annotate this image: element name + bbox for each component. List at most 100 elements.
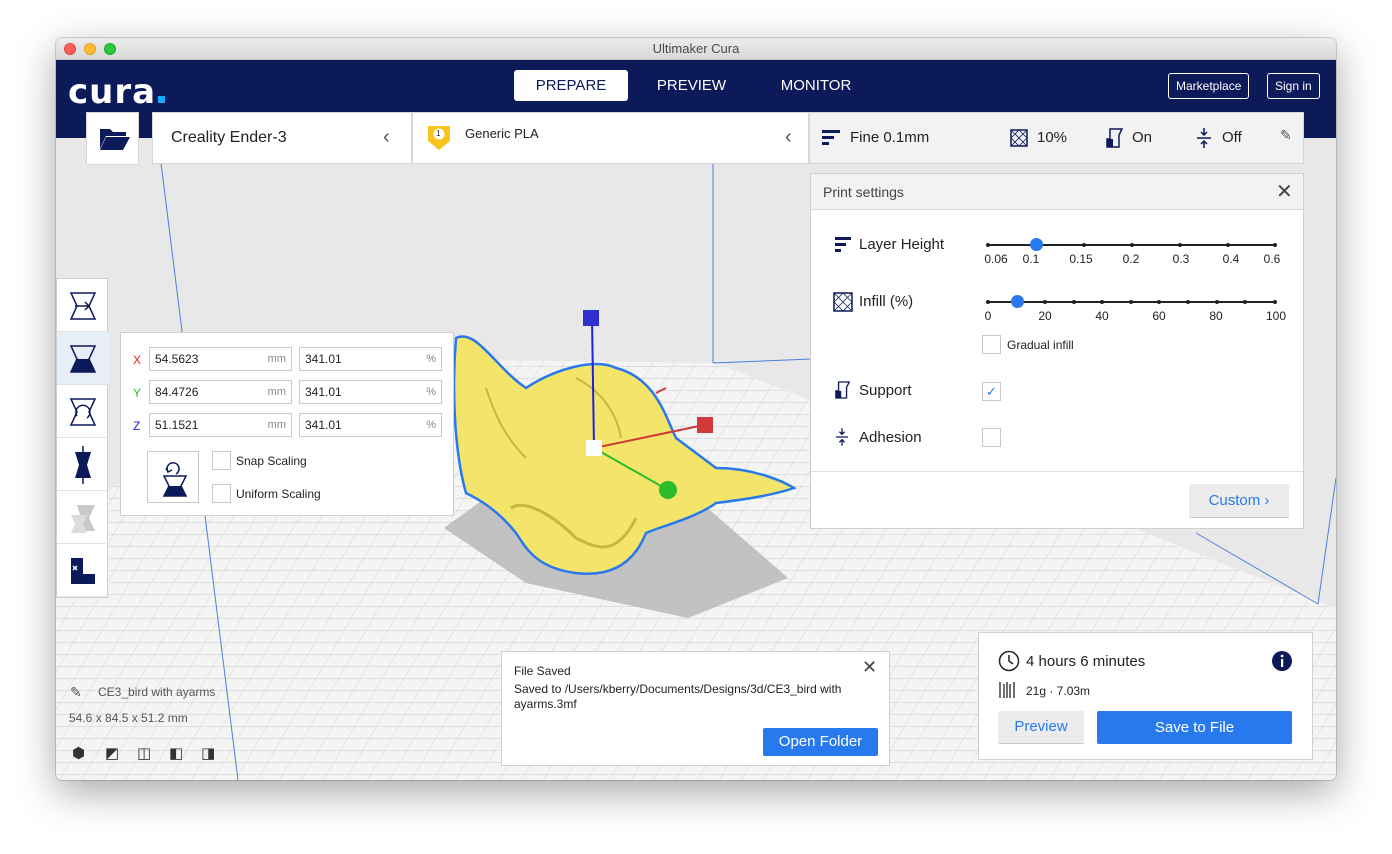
infill-tick: 0: [984, 309, 992, 323]
infill-tick: 100: [1265, 309, 1287, 323]
3d-view-icon[interactable]: ⬢: [72, 744, 85, 762]
printer-selector[interactable]: Creality Ender-3 ‹: [152, 112, 412, 164]
close-icon[interactable]: ✕: [1276, 179, 1293, 204]
infill-icon: [1010, 129, 1028, 147]
print-profile-bar[interactable]: Fine 0.1mm 10% On Off ✎: [809, 112, 1304, 164]
move-icon: [69, 292, 97, 320]
cura-logo: cura: [68, 72, 166, 112]
sign-in-button[interactable]: Sign in: [1267, 73, 1320, 99]
print-estimate-panel: 4 hours 6 minutes 21g · 7.03m Preview Sa…: [978, 632, 1313, 760]
extruder-number: 1: [436, 129, 441, 138]
tab-preview[interactable]: PREVIEW: [644, 70, 739, 101]
tab-prepare[interactable]: PREPARE: [514, 70, 628, 101]
layer-height-tick: 0.6: [1263, 252, 1281, 266]
tab-monitor[interactable]: MONITOR: [766, 70, 866, 101]
clock-icon: [998, 650, 1020, 672]
x-axis-label: X: [133, 353, 142, 367]
layer-height-tick: 0.4: [1222, 252, 1240, 266]
y-mm-input[interactable]: 84.4726 mm: [149, 380, 292, 404]
uniform-scaling-checkbox[interactable]: [212, 484, 231, 503]
mirror-icon: [75, 446, 91, 484]
open-file-button[interactable]: [86, 112, 139, 165]
marketplace-button[interactable]: Marketplace: [1168, 73, 1250, 99]
y-axis-label: Y: [133, 386, 142, 400]
rotate-tool-button[interactable]: [57, 385, 109, 438]
per-model-settings-button[interactable]: [57, 491, 109, 544]
y-percent-input[interactable]: 341.01%: [299, 380, 442, 404]
support-checkbox[interactable]: ✓: [982, 382, 1001, 401]
layer-height-tick: 0.1: [1022, 252, 1040, 266]
move-tool-button[interactable]: [57, 279, 109, 332]
app-window: Ultimaker Cura cura PREPARE PREVIEW MONI…: [56, 38, 1336, 780]
layer-height-tick: 0.15: [1069, 252, 1093, 266]
spool-icon: [999, 682, 1015, 698]
layer-height-tick: 0.06: [984, 252, 1008, 266]
adhesion-label: Adhesion: [859, 429, 922, 446]
z-axis-handle[interactable]: [583, 310, 599, 326]
preview-button[interactable]: Preview: [998, 711, 1084, 744]
edit-pencil-icon[interactable]: ✎: [1280, 127, 1292, 144]
mirror-tool-button[interactable]: [57, 438, 109, 491]
folder-icon: [100, 129, 130, 150]
support-icon: [835, 381, 851, 399]
layer-height-tick: 0.3: [1172, 252, 1190, 266]
front-view-icon[interactable]: ◩: [105, 744, 119, 762]
chevron-right-icon: ›: [1264, 492, 1270, 509]
infill-icon: [833, 292, 853, 312]
material-name: Generic PLA: [465, 126, 539, 141]
left-view-icon[interactable]: ◧: [169, 744, 183, 762]
print-time: 4 hours 6 minutes: [1026, 653, 1146, 670]
infill-tick: 60: [1152, 309, 1166, 323]
pencil-icon[interactable]: ✎: [70, 684, 82, 701]
z-axis-label: Z: [133, 419, 141, 433]
info-icon[interactable]: [1271, 650, 1293, 672]
minimize-window-button[interactable]: [84, 43, 96, 55]
top-view-icon[interactable]: ◫: [137, 744, 151, 762]
close-icon[interactable]: ✕: [862, 657, 877, 678]
infill-tick: 20: [1038, 309, 1052, 323]
infill-tick: 40: [1095, 309, 1109, 323]
gizmo-center[interactable]: [586, 440, 602, 456]
infill-value: 10%: [1037, 129, 1068, 146]
scale-tool-button[interactable]: [57, 332, 109, 385]
custom-button[interactable]: Custom ›: [1189, 484, 1289, 518]
snap-scaling-checkbox[interactable]: [212, 451, 231, 470]
adhesion-value: Off: [1222, 129, 1242, 146]
layer-height-label: Layer Height: [859, 236, 945, 253]
layer-height-icon: [835, 237, 851, 252]
title-bar: Ultimaker Cura: [56, 38, 1336, 60]
uniform-scaling-label: Uniform Scaling: [236, 487, 321, 501]
save-to-file-button[interactable]: Save to File: [1097, 711, 1292, 744]
close-window-button[interactable]: [64, 43, 76, 55]
reset-scale-icon: [162, 462, 188, 497]
maximize-window-button[interactable]: [104, 43, 116, 55]
chevron-left-icon: ‹: [383, 126, 390, 148]
right-view-icon[interactable]: ◨: [201, 744, 215, 762]
support-label: Support: [859, 382, 912, 399]
infill-knob[interactable]: [1011, 295, 1024, 308]
snap-scaling-label: Snap Scaling: [236, 454, 307, 468]
x-percent-input[interactable]: 341.01%: [299, 347, 442, 371]
gradual-infill-label: Gradual infill: [1007, 338, 1074, 352]
printer-name: Creality Ender-3: [171, 129, 287, 146]
layer-height-tick: 0.2: [1122, 252, 1140, 266]
tool-sidebar: [56, 278, 109, 598]
adhesion-checkbox[interactable]: [982, 428, 1001, 447]
scale-icon: [69, 345, 97, 373]
scale-tool-panel: X 54.5623 mm 341.01% Y 84.4726 mm 341.01% …: [120, 332, 454, 516]
open-folder-button[interactable]: Open Folder: [763, 728, 878, 756]
material-selector[interactable]: 1 Generic PLA ‹: [412, 112, 809, 164]
support-blocker-button[interactable]: [57, 544, 109, 597]
z-percent-input[interactable]: 341.01%: [299, 413, 442, 437]
x-mm-input[interactable]: 54.5623 mm: [149, 347, 292, 371]
z-mm-input[interactable]: 51.1521 mm: [149, 413, 292, 437]
per-model-settings-icon: [71, 505, 95, 533]
adhesion-icon: [1197, 128, 1211, 148]
gradual-infill-checkbox[interactable]: [982, 335, 1001, 354]
print-settings-panel: Print settings ✕ Layer Height 0.06 0.1 0…: [810, 173, 1304, 529]
reset-scale-button[interactable]: [147, 451, 199, 503]
y-axis-handle[interactable]: [659, 481, 677, 499]
layer-height-knob[interactable]: [1030, 238, 1043, 251]
x-axis-handle[interactable]: [697, 417, 713, 433]
notification-message: Saved to /Users/kberry/Documents/Designs…: [514, 682, 842, 711]
